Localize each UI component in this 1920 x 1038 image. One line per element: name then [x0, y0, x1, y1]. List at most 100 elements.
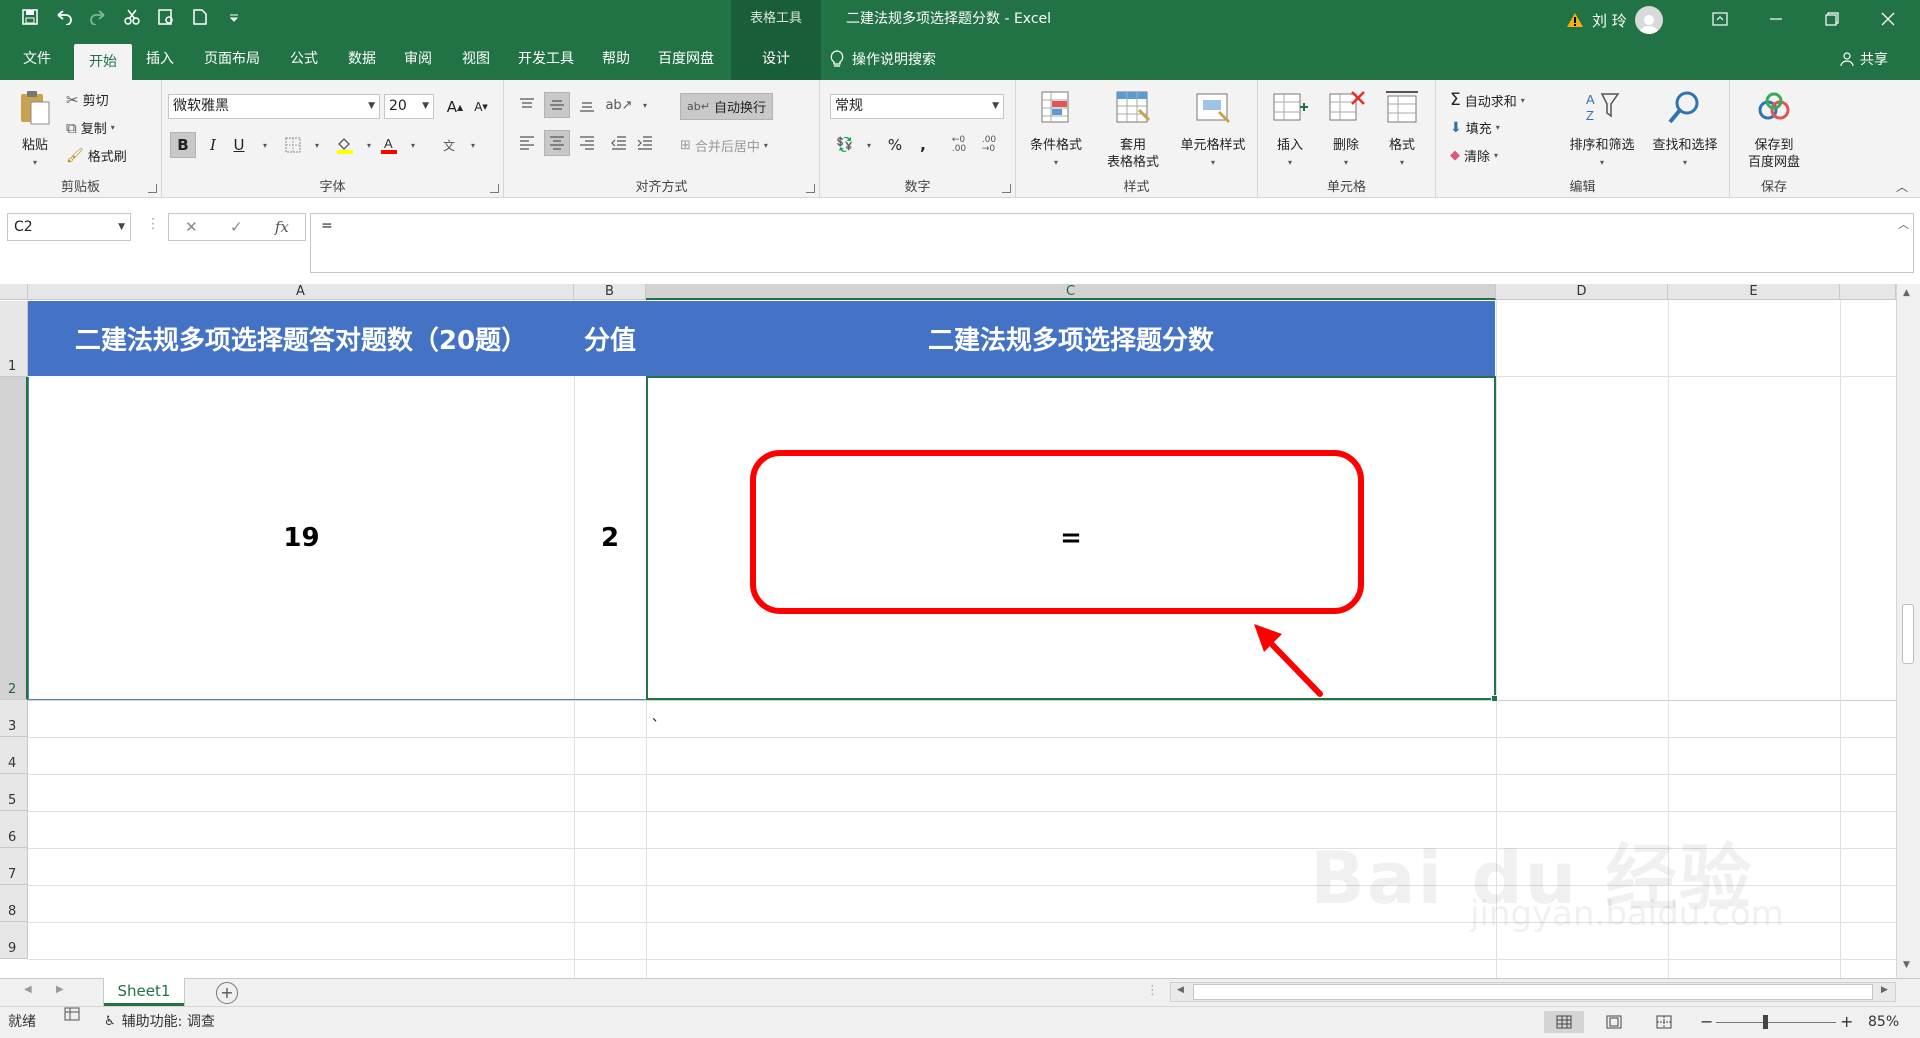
undo-icon[interactable]: [54, 7, 74, 27]
zoom-level[interactable]: 85%: [1868, 1007, 1899, 1037]
number-format-combo[interactable]: 常规 ▼: [830, 94, 1004, 119]
tab-developer[interactable]: 开发工具: [508, 38, 584, 80]
formula-input[interactable]: =: [310, 213, 1914, 273]
customize-qat-icon[interactable]: [224, 7, 244, 27]
tab-formulas[interactable]: 公式: [280, 38, 328, 80]
decrease-indent-icon[interactable]: [606, 130, 632, 156]
tab-page-layout[interactable]: 页面布局: [196, 38, 268, 80]
align-center-icon[interactable]: [544, 130, 570, 156]
cancel-icon[interactable]: ✕: [185, 218, 198, 236]
collapse-ribbon-icon[interactable]: ︿: [1896, 178, 1908, 195]
conditional-formatting-button[interactable]: 条件格式 ▾: [1016, 88, 1096, 171]
print-preview-icon[interactable]: [156, 7, 176, 27]
underline-button[interactable]: U: [226, 132, 252, 158]
macro-record-icon[interactable]: [64, 1007, 80, 1021]
insert-function-icon[interactable]: fx: [275, 218, 289, 236]
column-header-c[interactable]: C: [646, 284, 1496, 300]
ribbon-display-options-icon[interactable]: [1696, 0, 1744, 38]
scroll-left-icon[interactable]: ◀: [1177, 985, 1184, 995]
wrap-text-button[interactable]: ab↵ 自动换行: [680, 93, 773, 120]
find-select-button[interactable]: 查找和选择 ▾: [1642, 88, 1728, 171]
format-cells-button[interactable]: 格式 ▾: [1374, 88, 1430, 171]
avatar[interactable]: [1634, 6, 1663, 34]
autosum-button[interactable]: Σ 自动求和 ▾: [1450, 90, 1525, 110]
decrease-font-size-icon[interactable]: A ▼: [468, 94, 494, 120]
vertical-scrollbar[interactable]: ▲ ▼: [1896, 284, 1920, 978]
align-top-icon[interactable]: [514, 92, 540, 118]
bold-button[interactable]: B: [170, 132, 196, 158]
minimize-icon[interactable]: [1752, 0, 1800, 38]
row-header-5[interactable]: 5: [0, 774, 28, 811]
column-header-f[interactable]: [1840, 284, 1896, 300]
new-document-icon[interactable]: [190, 7, 210, 27]
tab-split-grip-icon[interactable]: ⋮: [1146, 983, 1159, 998]
align-bottom-icon[interactable]: [574, 92, 600, 118]
align-middle-icon[interactable]: [544, 92, 570, 118]
row-header-7[interactable]: 7: [0, 848, 28, 885]
cell-a1[interactable]: 二建法规多项选择题答对题数（20题）: [28, 301, 574, 376]
chevron-down-icon[interactable]: ▾: [252, 132, 278, 158]
cell-b1[interactable]: 分值: [574, 301, 646, 376]
clear-button[interactable]: ◆ 清除 ▾: [1450, 146, 1498, 165]
chevron-down-icon[interactable]: ▾: [460, 132, 486, 158]
format-as-table-button[interactable]: 套用 表格格式: [1096, 88, 1170, 171]
chevron-down-icon[interactable]: ▾: [400, 132, 426, 158]
paste-button[interactable]: 粘贴 ▾: [2, 88, 68, 171]
tab-home[interactable]: 开始: [74, 44, 132, 80]
orientation-icon[interactable]: ab↗: [605, 92, 632, 118]
scroll-up-icon[interactable]: ▲: [1903, 288, 1910, 298]
tab-file[interactable]: 文件: [8, 38, 66, 80]
font-color-icon[interactable]: A: [376, 132, 402, 158]
row-header-9[interactable]: 9: [0, 922, 28, 959]
column-header-b[interactable]: B: [574, 284, 646, 300]
row-header-8[interactable]: 8: [0, 885, 28, 922]
tab-help[interactable]: 帮助: [592, 38, 640, 80]
borders-icon[interactable]: [280, 132, 306, 158]
italic-button[interactable]: I: [200, 132, 226, 158]
column-header-e[interactable]: E: [1668, 284, 1840, 300]
increase-indent-icon[interactable]: [632, 130, 658, 156]
tab-view[interactable]: 视图: [452, 38, 500, 80]
zoom-in-icon[interactable]: +: [1840, 1007, 1853, 1037]
select-all-corner[interactable]: [0, 284, 28, 300]
page-break-preview-icon[interactable]: [1644, 1011, 1684, 1033]
close-icon[interactable]: [1864, 0, 1912, 38]
decrease-decimal-icon[interactable]: .00 →0: [976, 132, 1002, 158]
comma-button[interactable]: ,: [910, 132, 936, 158]
tell-me-search[interactable]: 操作说明搜索: [830, 38, 936, 80]
add-sheet-icon[interactable]: +: [216, 982, 238, 1004]
sheet-tab-sheet1[interactable]: Sheet1: [104, 978, 184, 1006]
cut-button[interactable]: ✂ 剪切: [66, 90, 109, 110]
cell-c1[interactable]: 二建法规多项选择题分数: [646, 301, 1496, 376]
fill-color-icon[interactable]: [332, 132, 358, 158]
save-icon[interactable]: [20, 7, 40, 27]
column-header-a[interactable]: A: [28, 284, 574, 300]
chevron-down-icon[interactable]: ▾: [632, 92, 658, 118]
vertical-scroll-thumb[interactable]: [1902, 604, 1914, 664]
sort-filter-button[interactable]: AZ 排序和筛选 ▾: [1560, 88, 1644, 171]
normal-view-icon[interactable]: [1544, 1011, 1584, 1033]
increase-font-size-icon[interactable]: A ▲: [442, 94, 468, 120]
fill-handle[interactable]: [1491, 695, 1498, 702]
page-layout-view-icon[interactable]: [1594, 1011, 1634, 1033]
redo-icon[interactable]: [88, 7, 108, 27]
zoom-out-icon[interactable]: −: [1700, 1007, 1713, 1037]
tab-insert[interactable]: 插入: [136, 38, 184, 80]
cell-styles-button[interactable]: 单元格样式 ▾: [1170, 88, 1256, 171]
cut-icon[interactable]: [122, 7, 142, 27]
currency-icon[interactable]: 💱: [832, 132, 858, 158]
row-header-3[interactable]: 3: [0, 700, 28, 737]
column-header-d[interactable]: D: [1496, 284, 1668, 300]
accessibility-status[interactable]: ♿ 辅助功能: 调查: [104, 1007, 215, 1037]
user-area[interactable]: 刘 玲: [1566, 6, 1663, 34]
font-size-combo[interactable]: 20 ▼: [384, 94, 434, 119]
next-sheet-icon[interactable]: ▶: [56, 984, 64, 995]
dialog-launcher-icon[interactable]: [806, 184, 815, 193]
tab-design[interactable]: 设计: [736, 38, 816, 80]
row-header-1[interactable]: 1: [0, 301, 28, 377]
collapse-formula-bar-icon[interactable]: ︿: [1898, 216, 1909, 232]
zoom-slider-track[interactable]: [1716, 1022, 1836, 1023]
fill-button[interactable]: ⬇ 填充 ▾: [1450, 118, 1500, 138]
dialog-launcher-icon[interactable]: [490, 184, 499, 193]
dialog-launcher-icon[interactable]: [148, 184, 157, 193]
